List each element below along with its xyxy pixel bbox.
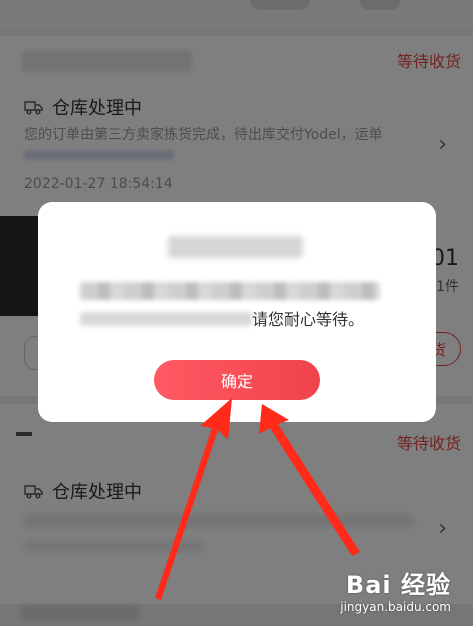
watermark-url: jingyan.baidu.com	[340, 600, 451, 614]
info-dialog: 请您耐心等待。 确定	[38, 202, 436, 422]
dialog-message-redacted	[80, 312, 252, 326]
dialog-title-redacted	[168, 236, 303, 258]
watermark-logo: Bai 经验	[345, 571, 451, 599]
confirm-button[interactable]: 确定	[154, 360, 320, 400]
order-list-page: 等待收货 仓库处理中 您的订单由第三方卖家拣货完成，待出库交付Yodel，运单 …	[0, 0, 473, 626]
dialog-message-redacted	[80, 282, 380, 300]
baidu-jingyan-watermark: Bai 经验 jingyan.baidu.com	[340, 565, 451, 614]
dialog-message: 请您耐心等待。	[252, 310, 365, 329]
